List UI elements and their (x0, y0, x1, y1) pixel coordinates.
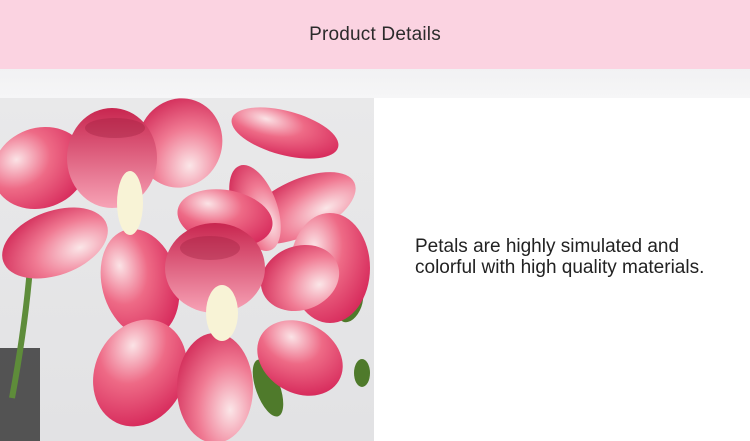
divider-strip (0, 69, 750, 98)
product-details-page: Product Details Petals are highly simula… (0, 0, 750, 441)
header-banner: Product Details (0, 0, 750, 69)
page-title: Product Details (309, 23, 441, 45)
product-description: Petals are highly simulated and colorful… (415, 236, 705, 278)
orchid-product-image (0, 98, 374, 441)
